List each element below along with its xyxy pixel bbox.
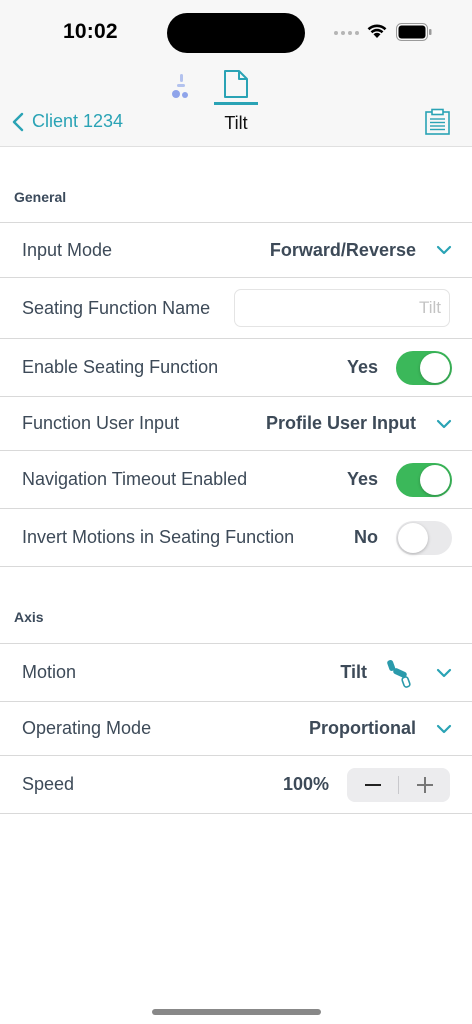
wifi-icon [367,24,387,38]
increment-button[interactable] [399,768,450,802]
speed-row: Speed 100% [0,755,472,814]
invert-motions-row: Invert Motions in Seating Function No [0,508,472,567]
speed-value: 100% [282,774,329,794]
minus-icon [364,783,381,786]
operating-mode-value: Proportional [309,718,416,738]
enable-seating-function-label: Enable Seating Function [22,357,219,377]
status-time: 10:02 [63,20,118,43]
navigation-timeout-row: Navigation Timeout Enabled Yes [0,450,472,508]
chevron-down-icon [436,419,452,428]
motion-label: Motion [22,662,77,682]
decrement-button[interactable] [347,768,398,802]
input-mode-value: Forward/Reverse [269,239,416,260]
navigation-timeout-value: Yes [346,469,378,489]
motion-value: Tilt [340,662,367,682]
clipboard-icon[interactable] [424,108,451,135]
cellular-signal-icon [334,31,359,35]
chevron-down-icon [436,724,452,733]
function-user-input-label: Function User Input [22,413,180,433]
document-segment-icon[interactable] [222,69,250,99]
operating-mode-label: Operating Mode [22,718,152,738]
toggle-knob [398,522,428,553]
plus-icon [416,776,433,793]
section-header-axis: Axis [14,609,44,625]
enable-seating-function-row: Enable Seating Function Yes [0,338,472,396]
tilt-actuator-icon [387,659,411,688]
navigation-bar: Client 1234 Tilt [0,64,472,147]
section-header-general: General [14,189,67,205]
seating-function-name-label: Seating Function Name [22,297,211,318]
battery-icon [396,23,432,41]
navigation-timeout-label: Navigation Timeout Enabled [22,469,248,489]
invert-motions-label: Invert Motions in Seating Function [22,527,295,547]
seating-function-name-row: Seating Function Name [0,277,472,338]
page-title: Tilt [224,113,248,133]
enable-seating-function-toggle[interactable] [396,350,452,385]
wheelchair-segment-icon[interactable] [166,72,194,100]
toggle-knob [420,464,450,495]
input-mode-row[interactable]: Input Mode Forward/Reverse [0,222,472,277]
navigation-timeout-toggle[interactable] [396,462,452,497]
chevron-down-icon [436,668,452,677]
invert-motions-value: No [354,527,378,547]
toggle-knob [420,352,450,383]
chevron-down-icon [436,245,452,255]
seating-function-name-input[interactable] [234,289,450,327]
invert-motions-toggle[interactable] [396,520,452,555]
dynamic-island [167,13,305,53]
function-user-input-value: Profile User Input [265,413,416,433]
function-user-input-row[interactable]: Function User Input Profile User Input [0,396,472,450]
speed-stepper [347,767,450,802]
motion-row[interactable]: Motion Tilt [0,643,472,701]
enable-seating-function-value: Yes [346,357,378,377]
active-segment-indicator [214,102,258,105]
speed-label: Speed [22,774,75,794]
operating-mode-row[interactable]: Operating Mode Proportional [0,701,472,755]
status-bar: 10:02 [0,0,472,64]
input-mode-label: Input Mode [22,239,113,260]
home-indicator[interactable] [152,1009,321,1015]
